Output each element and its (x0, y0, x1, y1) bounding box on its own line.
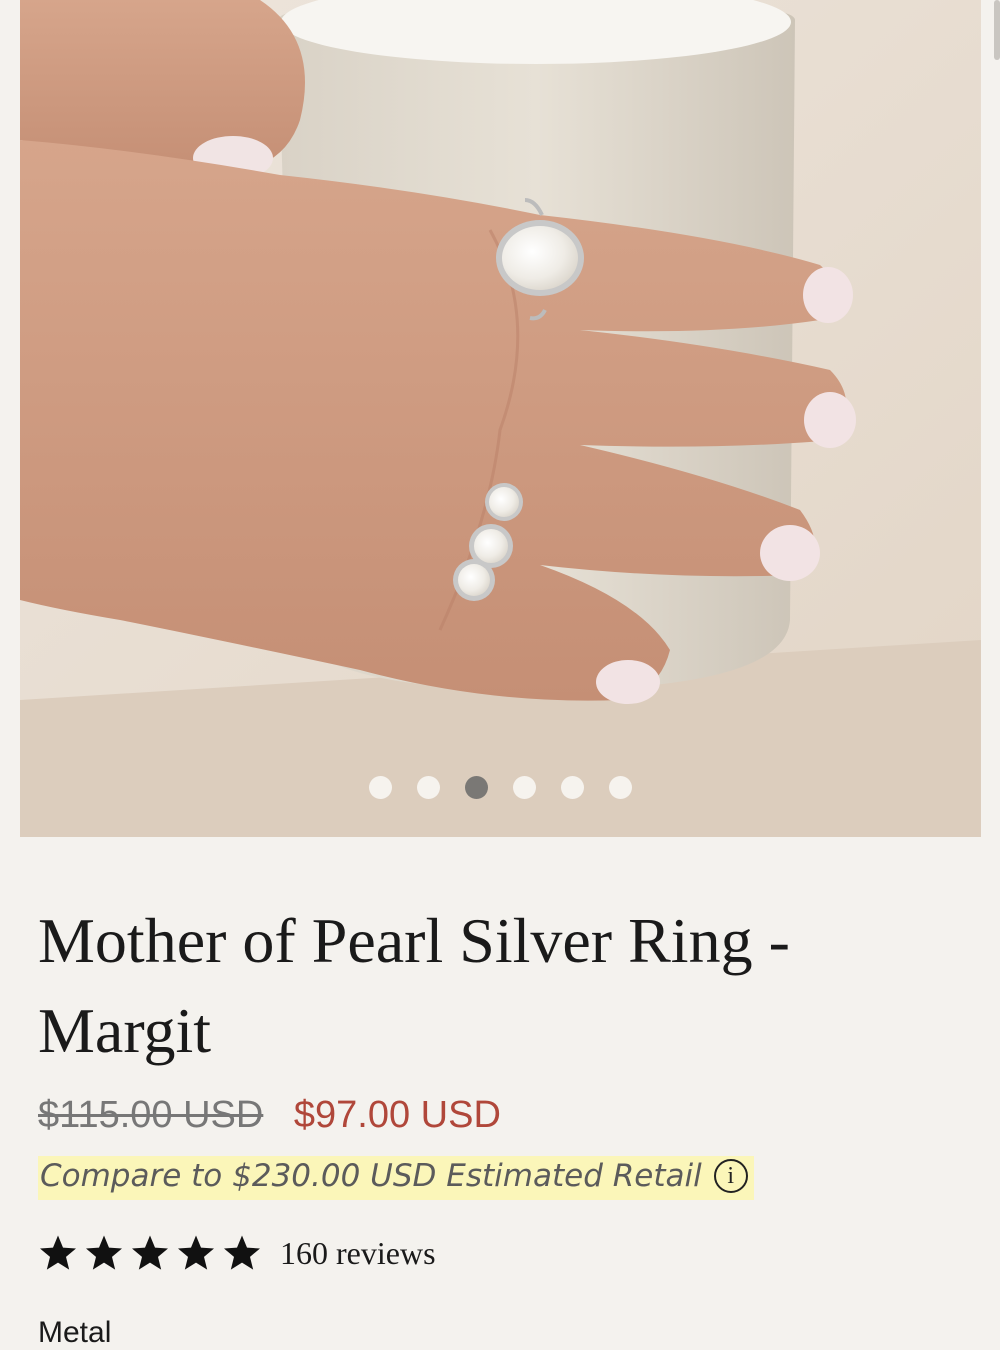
compare-text: Compare to $230.00 USD Estimated Retail (40, 1158, 702, 1194)
gallery-dot[interactable] (561, 776, 584, 799)
star-icon (178, 1235, 214, 1270)
product-title: Mother of Pearl Silver Ring - Margit (38, 905, 790, 1066)
star-icon (224, 1235, 260, 1270)
star-rating (38, 1233, 262, 1273)
reviews-count-link[interactable]: 160 reviews (280, 1235, 436, 1272)
page-scrollbar[interactable] (994, 0, 1000, 60)
star-icon (86, 1235, 122, 1270)
gallery-dot[interactable] (465, 776, 488, 799)
gallery-pagination (20, 776, 981, 799)
original-price: $115.00 USD (38, 1094, 264, 1136)
price-row: $115.00 USD $97.00 USD (38, 1094, 501, 1137)
star-icon (40, 1235, 76, 1270)
product-photo (20, 0, 981, 837)
info-icon[interactable]: i (713, 1159, 748, 1193)
gallery-dot[interactable] (513, 776, 536, 799)
metal-option-label: Metal (38, 1316, 112, 1349)
gallery-dot[interactable] (417, 776, 440, 799)
product-rating[interactable]: 160 reviews (38, 1233, 436, 1273)
compare-retail-note: Compare to $230.00 USD Estimated Retail … (38, 1156, 754, 1200)
gallery-dot[interactable] (609, 776, 632, 799)
star-icon (132, 1235, 168, 1270)
gallery-dot[interactable] (369, 776, 392, 799)
product-image-gallery[interactable] (20, 0, 981, 837)
sale-price: $97.00 USD (293, 1094, 501, 1136)
